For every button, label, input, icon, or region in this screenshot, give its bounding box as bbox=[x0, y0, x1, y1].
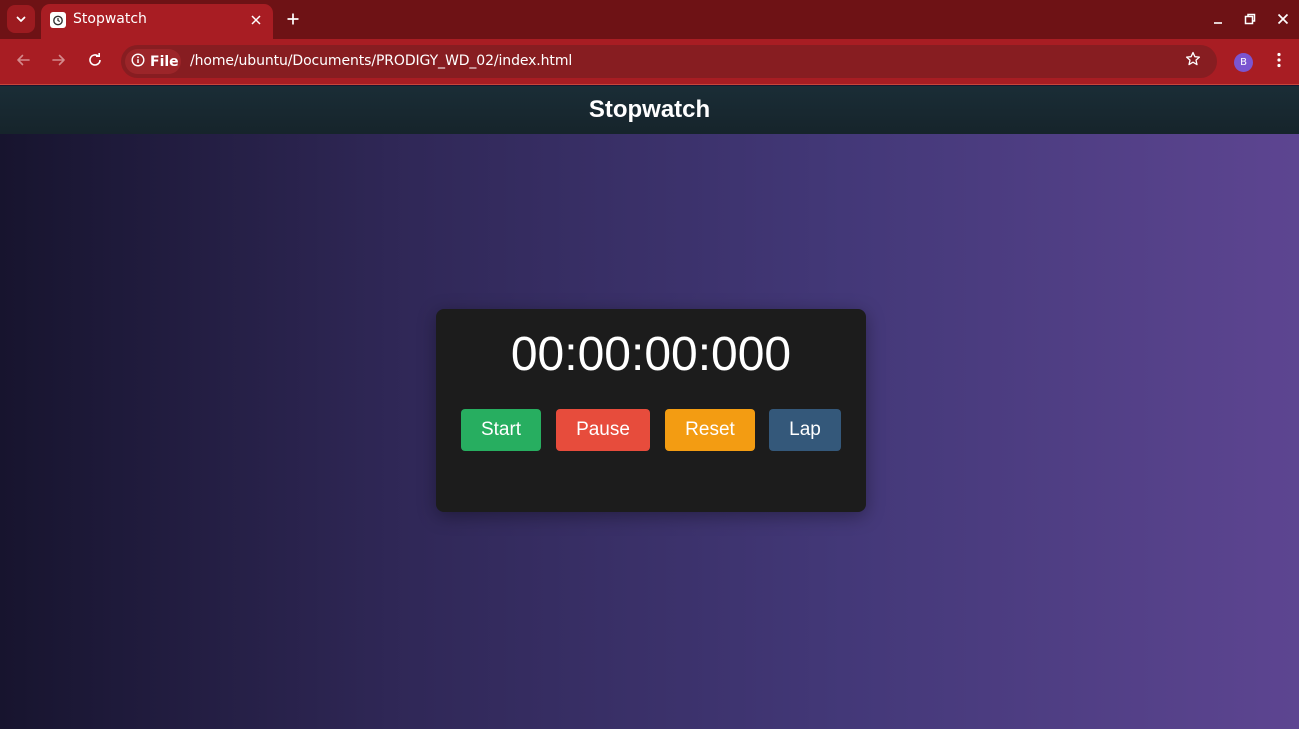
page-title: Stopwatch bbox=[588, 96, 711, 123]
arrow-left-icon bbox=[15, 52, 31, 72]
page-header: Stopwatch bbox=[0, 86, 1299, 134]
pause-button[interactable]: Pause bbox=[556, 409, 650, 451]
forward-button[interactable] bbox=[47, 50, 71, 74]
lap-button[interactable]: Lap bbox=[769, 409, 841, 451]
start-button[interactable]: Start bbox=[461, 409, 541, 451]
browser-menu-button[interactable] bbox=[1270, 52, 1288, 72]
plus-icon bbox=[287, 10, 299, 29]
close-icon bbox=[251, 10, 261, 29]
browser-tab[interactable]: Stopwatch bbox=[41, 4, 273, 39]
minimize-icon bbox=[1212, 10, 1224, 29]
page-body: Stopwatch 00:00:00:000 Start Pause Reset… bbox=[0, 86, 1299, 729]
info-icon bbox=[131, 52, 145, 71]
reset-button[interactable]: Reset bbox=[665, 409, 755, 451]
time-display: 00:00:00:000 bbox=[510, 328, 792, 381]
stopwatch-favicon-icon bbox=[50, 12, 66, 28]
reload-button[interactable] bbox=[83, 50, 107, 74]
stopwatch-card: 00:00:00:000 Start Pause Reset Lap bbox=[436, 309, 866, 512]
address-bar[interactable]: File /home/ubuntu/Documents/PRODIGY_WD_0… bbox=[121, 45, 1217, 78]
site-info-chip[interactable]: File bbox=[125, 49, 181, 74]
tab-search-button[interactable] bbox=[7, 5, 35, 33]
profile-avatar[interactable]: B bbox=[1234, 53, 1253, 72]
site-chip-label: File bbox=[150, 53, 179, 70]
star-icon bbox=[1185, 51, 1201, 71]
restore-icon bbox=[1244, 10, 1256, 29]
back-button[interactable] bbox=[11, 50, 35, 74]
restore-button[interactable] bbox=[1240, 9, 1260, 29]
chevron-down-icon bbox=[15, 10, 27, 29]
reload-icon bbox=[87, 52, 103, 72]
close-window-button[interactable] bbox=[1273, 9, 1293, 29]
new-tab-button[interactable] bbox=[281, 7, 305, 31]
tab-strip: Stopwatch bbox=[0, 0, 1299, 39]
browser-toolbar: File /home/ubuntu/Documents/PRODIGY_WD_0… bbox=[0, 39, 1299, 85]
url-text[interactable]: /home/ubuntu/Documents/PRODIGY_WD_02/ind… bbox=[190, 53, 572, 69]
more-vertical-icon bbox=[1277, 52, 1281, 72]
close-tab-button[interactable] bbox=[247, 10, 265, 28]
minimize-button[interactable] bbox=[1208, 9, 1228, 29]
tab-title: Stopwatch bbox=[73, 11, 147, 27]
close-icon bbox=[1277, 10, 1289, 29]
bookmark-button[interactable] bbox=[1183, 51, 1203, 71]
arrow-right-icon bbox=[51, 52, 67, 72]
